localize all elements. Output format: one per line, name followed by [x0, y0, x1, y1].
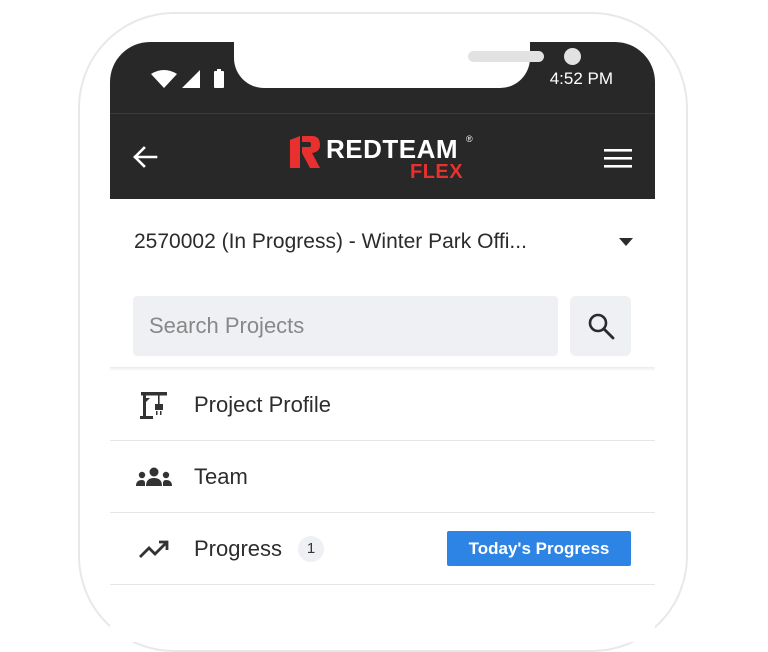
todays-progress-button[interactable]: Today's Progress	[447, 531, 631, 566]
wifi-icon	[151, 70, 177, 88]
status-time: 4:52 PM	[549, 69, 613, 88]
phone-notch	[234, 42, 581, 88]
search-placeholder: Search Projects	[149, 313, 305, 338]
trending-up-icon	[136, 534, 172, 564]
menu-item-label: Progress	[194, 535, 283, 561]
menu-item-next[interactable]	[110, 585, 655, 642]
arrow-left-icon[interactable]	[130, 142, 160, 172]
front-camera	[564, 48, 581, 65]
search-input[interactable]: Search Projects	[133, 296, 558, 356]
menu-item-label: Team	[194, 463, 248, 489]
menu-item-progress[interactable]: Progress 1 Today's Progress	[110, 513, 655, 585]
menu-item-label: Project Profile	[194, 391, 331, 417]
search-button[interactable]	[570, 296, 631, 356]
cellular-signal-icon	[182, 70, 200, 88]
menu-item-team[interactable]: Team	[110, 441, 655, 513]
app-header: 4:52 PM REDTEAM ® FLEX	[110, 42, 655, 199]
search-icon	[588, 313, 614, 340]
redteam-flex-logo: REDTEAM ® FLEX	[290, 134, 480, 186]
speaker-grille	[468, 51, 544, 62]
caret-down-icon	[619, 238, 633, 246]
battery-icon	[214, 69, 224, 88]
project-selector-value: 2570002 (In Progress) - Winter Park Offi…	[134, 230, 527, 253]
app-screen: 4:52 PM REDTEAM ® FLEX 2570002 (In Progr…	[110, 42, 655, 642]
logo-registered-mark: ®	[466, 134, 473, 144]
redteam-logo-mark-icon	[290, 136, 320, 168]
hamburger-menu-icon[interactable]	[603, 145, 633, 171]
team-icon	[136, 462, 172, 492]
status-divider	[110, 113, 655, 114]
status-icons	[151, 69, 224, 88]
logo-flex-text: FLEX	[410, 161, 464, 183]
menu-item-project-profile[interactable]: Project Profile	[110, 369, 655, 441]
crane-icon	[136, 390, 172, 420]
progress-count-badge: 1	[298, 535, 324, 562]
project-selector[interactable]: 2570002 (In Progress) - Winter Park Offi…	[134, 222, 634, 262]
